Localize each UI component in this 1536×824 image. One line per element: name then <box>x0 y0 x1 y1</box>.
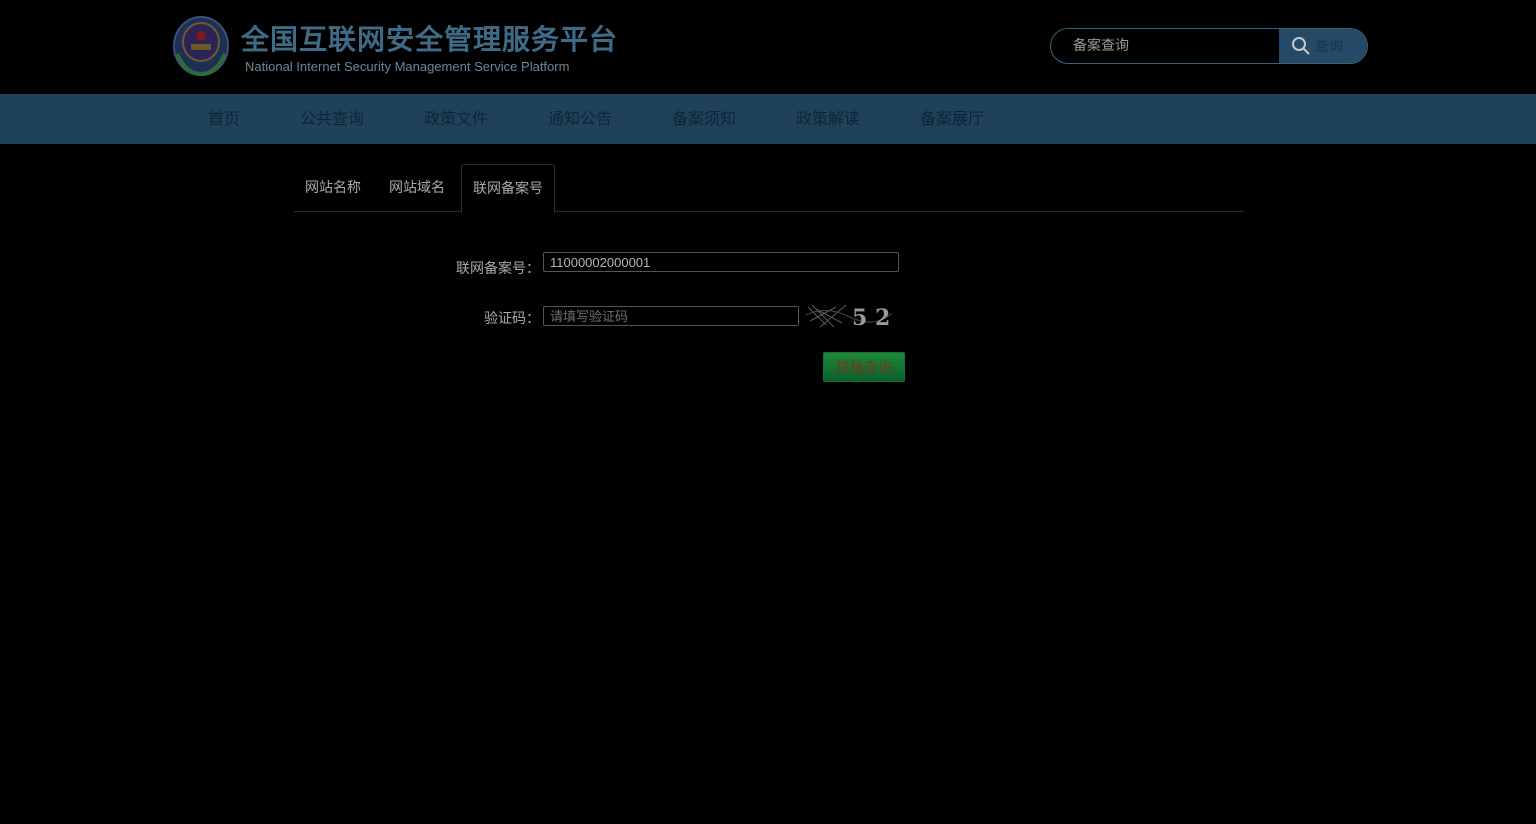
exact-query-button[interactable]: 精确查询 <box>823 352 905 382</box>
nav-item-public-query[interactable]: 公共查询 <box>300 94 364 144</box>
tab-site-name[interactable]: 网站名称 <box>294 164 372 212</box>
search-button[interactable]: 查询 <box>1279 29 1367 63</box>
nav-item-notices[interactable]: 通知公告 <box>548 94 612 144</box>
tab-record-number[interactable]: 联网备案号 <box>461 164 555 213</box>
record-number-input[interactable] <box>543 252 899 272</box>
nav-item-filing-guide[interactable]: 备案须知 <box>672 94 736 144</box>
header-search: 查询 <box>1050 28 1368 64</box>
search-icon <box>1292 37 1310 55</box>
captcha-label: 验证码： <box>484 311 540 327</box>
main-nav: 首页 公共查询 政策文件 通知公告 备案须知 政策解读 备案展厅 <box>0 94 1536 144</box>
captcha-image[interactable]: 5 2 <box>806 301 892 331</box>
nav-item-policy-docs[interactable]: 政策文件 <box>424 94 488 144</box>
police-emblem-logo <box>173 16 229 77</box>
nav-item-home[interactable]: 首页 <box>208 94 240 144</box>
tab-site-domain[interactable]: 网站域名 <box>378 164 456 212</box>
search-input[interactable] <box>1051 29 1279 63</box>
nav-item-filing-hall[interactable]: 备案展厅 <box>920 94 984 144</box>
nav-item-policy-interpretation[interactable]: 政策解读 <box>796 94 860 144</box>
query-tabs: 网站名称 网站域名 联网备案号 <box>294 164 1244 213</box>
site-subtitle: National Internet Security Management Se… <box>245 59 570 74</box>
search-button-label: 查询 <box>1315 39 1343 55</box>
captcha-input[interactable] <box>543 306 799 326</box>
site-header: 全国互联网安全管理服务平台 National Internet Security… <box>0 0 1536 94</box>
site-title: 全国互联网安全管理服务平台 <box>241 23 619 56</box>
captcha-text: 5 2 <box>852 305 890 331</box>
record-number-label: 联网备案号： <box>456 261 540 277</box>
